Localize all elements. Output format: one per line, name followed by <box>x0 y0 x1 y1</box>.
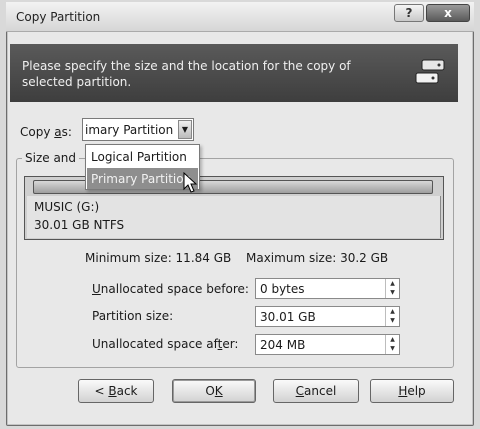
ok-button[interactable]: OK <box>172 379 256 403</box>
btn-accesskey: H <box>398 384 408 398</box>
partition-size-input[interactable]: 30.01 GB ▲ ▼ <box>255 306 400 327</box>
option-primary-partition[interactable]: Primary Partition <box>87 168 198 189</box>
spin-down-icon[interactable]: ▼ <box>386 344 399 353</box>
label-text: Unallocated space af <box>92 337 218 351</box>
copy-as-label-end: s: <box>61 125 72 139</box>
banner-text: Please specify the size and the location… <box>22 59 351 89</box>
spin-up-icon[interactable]: ▲ <box>386 279 399 288</box>
spin-down-icon[interactable]: ▼ <box>386 316 399 325</box>
btn-text: ancel <box>304 384 337 398</box>
copy-as-label-part: Copy <box>20 125 55 139</box>
partition-info: 30.01 GB NTFS <box>34 218 125 232</box>
label-text-end: er: <box>222 337 239 351</box>
btn-text: < <box>94 384 109 398</box>
partition-size-label: Partition size: <box>92 309 174 323</box>
spinner: ▲ ▼ <box>385 279 399 298</box>
btn-accesskey: C <box>295 384 305 398</box>
unallocated-before-label: Unallocated space before: <box>92 282 249 296</box>
copy-as-select[interactable]: imary Partition ▼ <box>82 118 194 141</box>
btn-text: O <box>205 384 215 398</box>
maximum-size: Maximum size: 30.2 GB <box>246 251 389 265</box>
label-text: nallocated space before: <box>100 282 249 296</box>
back-button[interactable]: < Back <box>78 379 154 403</box>
help-button[interactable]: Help <box>370 379 454 403</box>
spinner: ▲ ▼ <box>385 335 399 354</box>
spin-down-icon[interactable]: ▼ <box>386 288 399 297</box>
window-title: Copy Partition <box>16 10 101 24</box>
btn-accesskey: B <box>108 384 117 398</box>
spinner: ▲ ▼ <box>385 307 399 326</box>
btn-text: elp <box>407 384 426 398</box>
drives-copy-icon <box>415 59 445 84</box>
partition-size-value: 30.01 GB <box>260 310 316 324</box>
unallocated-after-value: 204 MB <box>260 338 306 352</box>
unallocated-before-value: 0 bytes <box>260 282 305 296</box>
title-bar: Copy Partition ? x <box>6 2 474 32</box>
spin-up-icon[interactable]: ▲ <box>386 307 399 316</box>
cancel-button[interactable]: Cancel <box>273 379 359 403</box>
copy-as-accesskey: a <box>54 125 62 139</box>
option-logical-partition[interactable]: Logical Partition <box>87 146 198 167</box>
btn-text-end: ack <box>116 384 138 398</box>
instruction-banner: Please specify the size and the location… <box>10 44 458 102</box>
copy-as-value: imary Partition <box>85 123 174 137</box>
spin-up-icon[interactable]: ▲ <box>386 335 399 344</box>
unallocated-before-input[interactable]: 0 bytes ▲ ▼ <box>255 278 400 299</box>
accesskey-u: U <box>92 282 101 296</box>
close-button[interactable]: x <box>426 4 470 22</box>
btn-accesskey: K <box>214 384 223 398</box>
chevron-down-icon[interactable]: ▼ <box>178 120 192 139</box>
partition-name: MUSIC (G:) <box>34 200 100 214</box>
unallocated-after-label: Unallocated space after: <box>92 337 238 351</box>
group-legend: Size and <box>22 151 80 165</box>
mouse-cursor-icon <box>183 172 198 193</box>
help-title-button[interactable]: ? <box>394 4 424 22</box>
minimum-size: Minimum size: 11.84 GB <box>85 251 232 265</box>
copy-as-label: Copy as: <box>20 125 72 139</box>
unallocated-after-input[interactable]: 204 MB ▲ ▼ <box>255 334 400 355</box>
